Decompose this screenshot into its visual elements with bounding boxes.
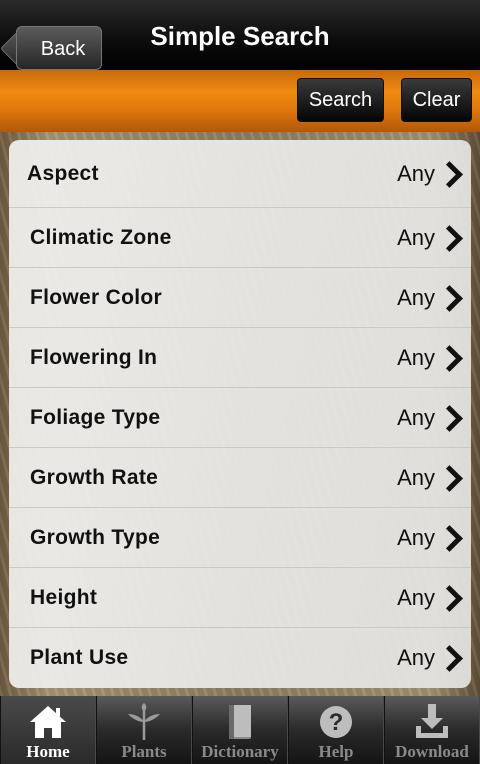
back-button[interactable]: Back	[16, 26, 102, 70]
chevron-right-icon	[436, 464, 463, 492]
title-bar: Back Simple Search	[0, 0, 480, 70]
criteria-label: Growth Type	[30, 525, 161, 549]
tab-help[interactable]: ? Help	[288, 696, 384, 764]
criteria-label: Plant Use	[30, 646, 129, 669]
criteria-list: Aspect Any Climatic Zone Any Flower Colo…	[9, 140, 471, 688]
chevron-right-icon	[436, 404, 463, 432]
criteria-value: Any	[397, 645, 435, 670]
criteria-row-aspect[interactable]: Aspect Any	[9, 140, 471, 208]
chevron-right-icon	[436, 645, 463, 672]
tab-plants[interactable]: Plants	[96, 696, 192, 764]
search-button[interactable]: Search	[297, 78, 384, 122]
criteria-label: Growth Rate	[30, 465, 159, 489]
criteria-value: Any	[397, 584, 435, 610]
chevron-right-icon	[436, 284, 463, 312]
chevron-right-icon	[436, 584, 463, 612]
tab-label: Dictionary	[201, 742, 279, 761]
download-icon	[416, 704, 448, 738]
tab-home[interactable]: Home	[0, 696, 96, 764]
search-toolbar: Search Clear	[0, 70, 480, 132]
criteria-row-plant-use[interactable]: Plant Use Any	[9, 628, 471, 688]
criteria-value: Any	[397, 404, 435, 430]
tab-download[interactable]: Download	[384, 696, 480, 764]
tab-label: Help	[318, 742, 354, 761]
chevron-right-icon	[436, 160, 463, 188]
home-icon	[30, 706, 66, 738]
tab-label: Plants	[121, 742, 167, 761]
criteria-label: Aspect	[27, 161, 99, 185]
criteria-row-flower-color[interactable]: Flower Color Any	[9, 268, 471, 328]
chevron-right-icon	[436, 224, 463, 252]
criteria-label: Climatic Zone	[30, 225, 172, 249]
criteria-value: Any	[397, 160, 435, 186]
tab-bar: Home Plants Dictionary ? Help Download	[0, 696, 480, 764]
criteria-value: Any	[397, 284, 435, 310]
tab-dictionary[interactable]: Dictionary	[192, 696, 288, 764]
criteria-value: Any	[397, 464, 435, 490]
criteria-row-growth-rate[interactable]: Growth Rate Any	[9, 448, 471, 508]
criteria-value: Any	[397, 224, 435, 250]
criteria-label: Foliage Type	[30, 405, 161, 429]
criteria-row-height[interactable]: Height Any	[9, 568, 471, 628]
back-button-wrap[interactable]: Back	[8, 13, 102, 70]
help-icon: ?	[320, 706, 352, 738]
tab-label: Home	[26, 742, 70, 761]
clear-button[interactable]: Clear	[401, 78, 472, 122]
criteria-label: Flowering In	[30, 345, 158, 369]
criteria-row-growth-type[interactable]: Growth Type Any	[9, 508, 471, 568]
tab-label: Download	[395, 742, 469, 761]
svg-text:?: ?	[329, 709, 344, 736]
criteria-row-flowering-in[interactable]: Flowering In Any	[9, 328, 471, 388]
book-icon	[229, 705, 251, 739]
plant-icon	[128, 703, 160, 740]
criteria-row-foliage-type[interactable]: Foliage Type Any	[9, 388, 471, 448]
criteria-value: Any	[397, 344, 435, 370]
criteria-label: Height	[30, 585, 98, 609]
content-area: Aspect Any Climatic Zone Any Flower Colo…	[0, 132, 480, 696]
chevron-right-icon	[436, 524, 463, 552]
criteria-label: Flower Color	[30, 285, 162, 309]
criteria-row-climatic-zone[interactable]: Climatic Zone Any	[9, 208, 471, 268]
chevron-right-icon	[436, 344, 463, 372]
criteria-value: Any	[397, 524, 435, 550]
